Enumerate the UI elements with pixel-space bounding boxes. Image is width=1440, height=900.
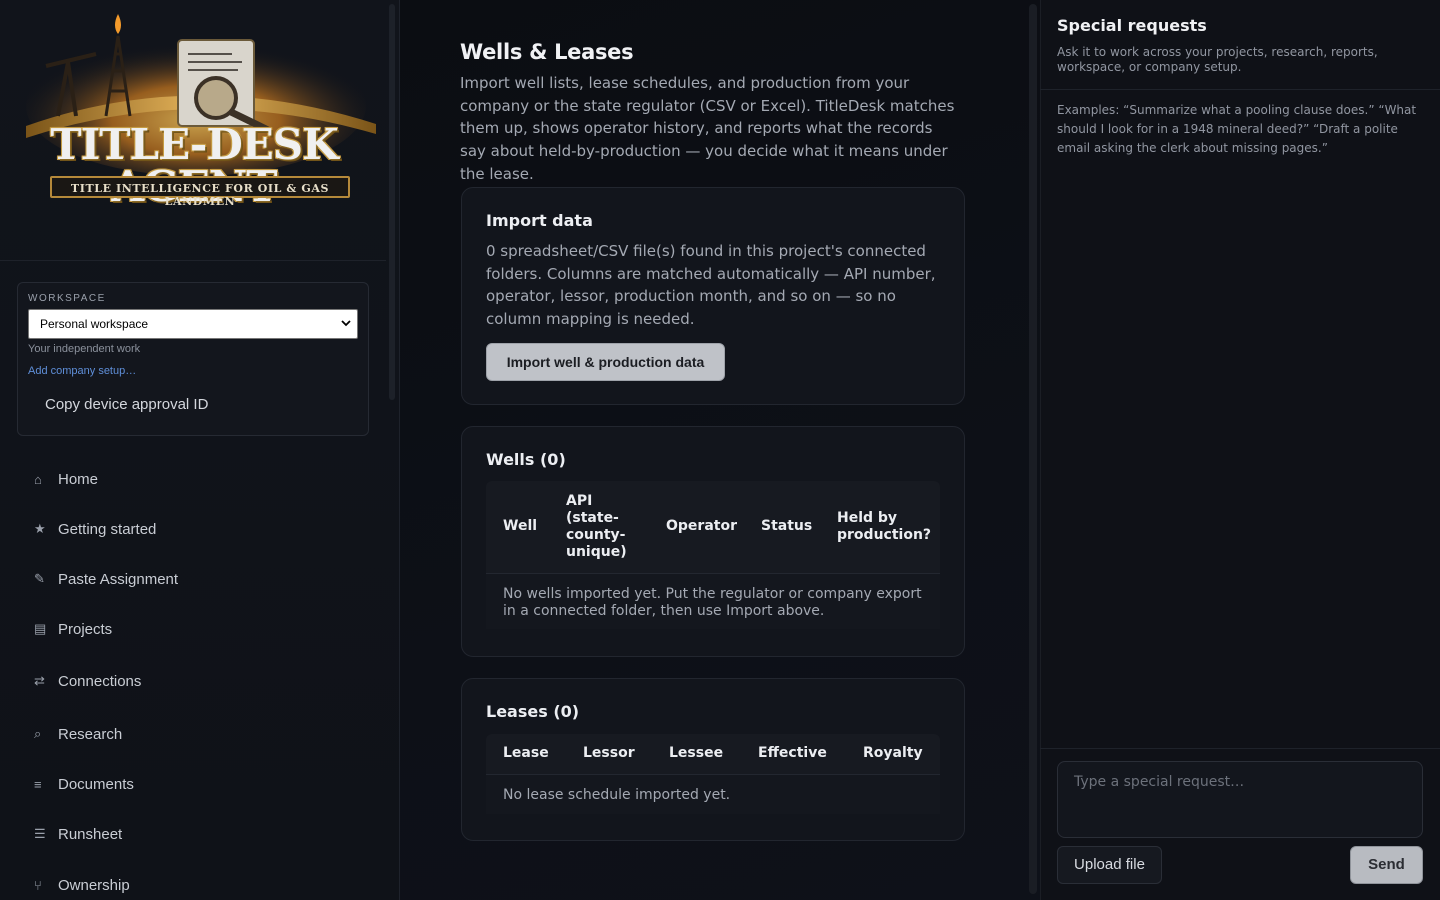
column-header: Held by production? — [837, 510, 931, 544]
folder-icon: ▤ — [34, 621, 47, 636]
column-header: Status — [761, 518, 813, 534]
import-description: 0 spreadsheet/CSV file(s) found in this … — [486, 242, 936, 329]
workspace-select-value: Personal workspace — [40, 317, 149, 331]
workspace-hint: Your independent work — [28, 343, 141, 355]
copy-device-approval-button[interactable]: Copy device approval ID — [45, 396, 208, 413]
column-header: Operator — [666, 518, 737, 534]
column-header-line: Held by — [837, 510, 898, 526]
sidebar-item-label: Runsheet — [58, 825, 123, 843]
column-header: Lessee — [669, 745, 724, 761]
column-header-line: API — [566, 493, 593, 509]
star-icon: ★ — [34, 521, 46, 536]
sidebar-item-label: Getting started — [58, 520, 157, 538]
sidebar-item-label: Documents — [58, 775, 134, 793]
sidebar-item-label: Projects — [58, 620, 113, 638]
sidebar-item-documents[interactable]: ≡ Documents — [34, 773, 134, 795]
documents-icon: ≡ — [34, 776, 42, 792]
panel-examples: Examples: “Summarize what a pooling clau… — [1057, 103, 1417, 155]
column-header: Lease — [503, 745, 549, 761]
logo-tagline: TITLE INTELLIGENCE FOR OIL & GAS LANDMEN — [50, 176, 350, 208]
wells-empty-message: No wells imported yet. Put the regulator… — [503, 586, 922, 619]
workspace-label: WORKSPACE — [28, 293, 106, 304]
leases-empty-message: No lease schedule imported yet. — [503, 787, 731, 803]
sidebar-item-projects[interactable]: ▤ Projects — [34, 618, 112, 640]
sidebar-item-research[interactable]: ⌕ Research — [34, 723, 122, 745]
send-button[interactable]: Send — [1350, 846, 1423, 884]
main-scrollbar[interactable] — [1029, 4, 1037, 894]
wells-table-header: Well API (state- county- unique) Operato… — [486, 481, 940, 573]
chevron-down-icon — [341, 320, 351, 327]
app-logo: TITLE-DESK AGENT TITLE INTELLIGENCE FOR … — [6, 6, 382, 208]
column-header-line: county- — [566, 527, 626, 543]
workspace-select[interactable]: Personal workspace — [28, 309, 358, 339]
card-title: Leases (0) — [486, 702, 580, 721]
special-request-input[interactable]: Type a special request… — [1057, 761, 1423, 838]
connections-icon: ⇄ — [34, 673, 45, 688]
column-header-line: (state- — [566, 510, 619, 526]
sidebar-item-label: Home — [58, 470, 99, 488]
leases-table-body: No lease schedule imported yet. — [486, 774, 940, 814]
panel-subtitle: Ask it to work across your projects, res… — [1057, 45, 1378, 74]
page-title: Wells & Leases — [460, 40, 634, 64]
sidebar-item-label: Ownership — [58, 876, 130, 894]
sidebar-item-label: Paste Assignment — [58, 570, 179, 588]
panel-divider — [1040, 89, 1440, 90]
wells-table-body: No wells imported yet. Put the regulator… — [486, 573, 940, 629]
list-icon: ☰ — [34, 826, 46, 841]
panel-title: Special requests — [1057, 16, 1207, 35]
sidebar-scrollbar[interactable] — [389, 4, 395, 400]
card-title: Wells (0) — [486, 450, 566, 469]
add-company-setup-link[interactable]: Add company setup… — [28, 365, 136, 377]
import-data-card: Import data 0 spreadsheet/CSV file(s) fo… — [461, 187, 965, 405]
sidebar-item-home[interactable]: ⌂ Home — [34, 468, 98, 490]
branch-icon: ⑂ — [34, 877, 42, 893]
import-data-button[interactable]: Import well & production data — [486, 343, 725, 381]
sidebar-item-runsheet[interactable]: ☰ Runsheet — [34, 823, 122, 845]
pencil-icon: ✎ — [34, 571, 45, 586]
sidebar-item-label: Research — [58, 725, 123, 743]
home-icon: ⌂ — [34, 471, 42, 487]
sidebar: TITLE-DESK AGENT TITLE INTELLIGENCE FOR … — [0, 0, 400, 900]
leases-table-header: Lease Lessor Lessee Effective Royalty — [486, 734, 940, 774]
column-header: Lessor — [583, 745, 635, 761]
column-header-line: unique) — [566, 544, 627, 560]
card-title: Import data — [486, 211, 593, 230]
sidebar-item-ownership[interactable]: ⑂ Ownership — [34, 874, 130, 896]
sidebar-item-paste-assignment[interactable]: ✎ Paste Assignment — [34, 568, 178, 590]
wells-card: Wells (0) Well API (state- county- uniqu… — [461, 426, 965, 657]
upload-file-button[interactable]: Upload file — [1057, 846, 1162, 884]
column-header: Effective — [758, 745, 827, 761]
column-header: API (state- county- unique) — [566, 493, 627, 561]
sidebar-divider — [0, 260, 386, 261]
column-header-line: production? — [837, 527, 932, 543]
panel-divider — [1040, 748, 1440, 749]
sidebar-item-label: Connections — [58, 672, 142, 690]
column-header: Well — [503, 518, 538, 534]
workspace-card: WORKSPACE Personal workspace Your indepe… — [17, 282, 369, 436]
sidebar-item-connections[interactable]: ⇄ Connections — [34, 670, 141, 692]
sidebar-item-getting-started[interactable]: ★ Getting started — [34, 518, 156, 540]
column-header: Royalty — [863, 745, 923, 761]
page-description: Import well lists, lease schedules, and … — [460, 74, 955, 183]
search-icon: ⌕ — [34, 726, 42, 741]
leases-card: Leases (0) Lease Lessor Lessee Effective… — [461, 678, 965, 841]
